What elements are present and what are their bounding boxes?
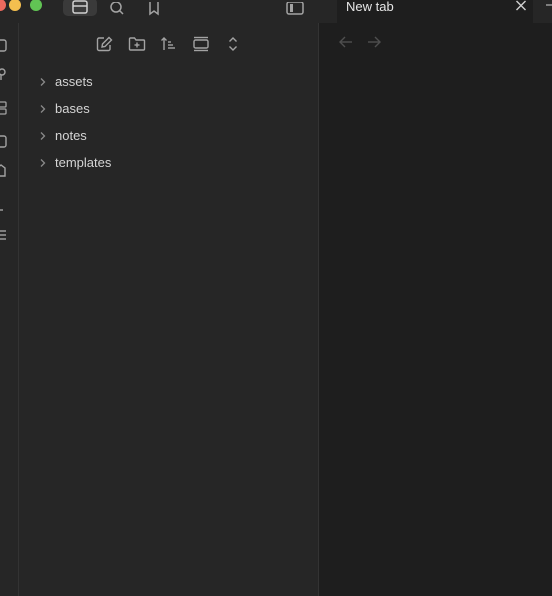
daily-note-icon[interactable] [0, 134, 7, 148]
arrow-right-icon[interactable] [366, 34, 382, 50]
folder-label: templates [55, 155, 112, 170]
list-icon[interactable] [0, 229, 7, 243]
toggle-left-sidebar-button[interactable] [285, 0, 305, 17]
left-ribbon [0, 23, 19, 596]
bookmark-icon [147, 1, 161, 16]
folder-item-assets[interactable]: assets [19, 71, 319, 93]
minus-icon[interactable] [0, 203, 7, 217]
new-folder-button[interactable] [127, 33, 147, 55]
tab-title: New tab [346, 0, 394, 14]
explorer-toolbar [19, 33, 319, 55]
files-tab-button[interactable] [63, 0, 97, 16]
chevron-right-icon[interactable] [38, 104, 48, 114]
window-minimize-button[interactable] [9, 0, 21, 11]
sort-button[interactable] [159, 33, 179, 55]
folder-label: notes [55, 128, 87, 143]
bookmarks-tab-button[interactable] [144, 0, 164, 17]
search-tab-button[interactable] [107, 0, 127, 17]
folder-item-notes[interactable]: notes [19, 125, 319, 147]
folder-item-bases[interactable]: bases [19, 98, 319, 120]
titlebar-gap [319, 0, 337, 23]
close-icon[interactable] [514, 0, 528, 14]
expand-icon [224, 36, 242, 52]
chevron-right-icon[interactable] [38, 77, 48, 87]
folder-label: assets [55, 74, 93, 89]
tab-bar: New tab [337, 0, 552, 23]
editor-empty-area[interactable] [320, 60, 552, 596]
collapse-all-button[interactable] [191, 33, 211, 55]
titlebar [0, 0, 337, 23]
grid-icon[interactable] [0, 101, 7, 115]
chevron-right-icon[interactable] [38, 158, 48, 168]
sidebar-toggle-icon [286, 1, 304, 16]
folder-item-templates[interactable]: templates [19, 152, 319, 174]
window-close-button[interactable] [0, 0, 6, 11]
template-icon[interactable] [0, 164, 7, 178]
plus-icon [533, 0, 552, 14]
new-note-button[interactable] [95, 33, 115, 55]
expand-all-button[interactable] [223, 33, 243, 55]
new-note-icon [96, 36, 114, 52]
collapse-icon [192, 36, 210, 52]
new-tab-button[interactable] [533, 0, 552, 23]
search-icon [109, 1, 125, 16]
folder-label: bases [55, 101, 90, 116]
sort-icon [160, 36, 178, 52]
new-folder-icon [128, 36, 146, 52]
arrow-left-icon[interactable] [338, 34, 354, 50]
chevron-right-icon[interactable] [38, 131, 48, 141]
file-explorer: assets bases notes templates [19, 23, 319, 596]
window-zoom-button[interactable] [30, 0, 42, 11]
tab-new-tab[interactable]: New tab [337, 0, 533, 23]
calendar-icon[interactable] [0, 38, 7, 52]
files-icon [72, 0, 88, 14]
map-pin-icon[interactable] [0, 68, 7, 82]
